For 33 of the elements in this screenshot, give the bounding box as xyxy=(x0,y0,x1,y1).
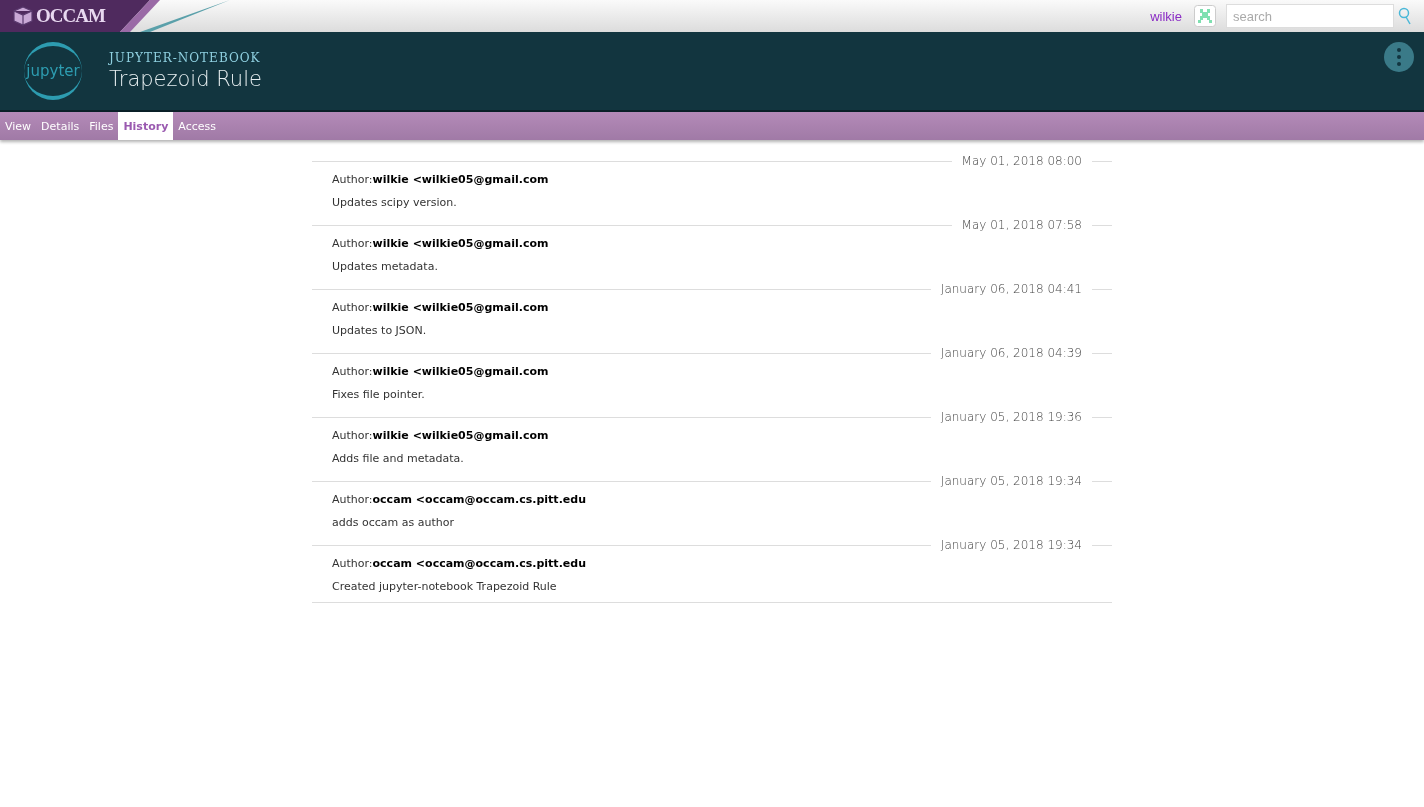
commit-date: January 05, 2018 19:34 xyxy=(939,474,1083,488)
commit-message[interactable]: Adds file and metadata. xyxy=(332,452,1112,465)
commit-message[interactable]: adds occam as author xyxy=(332,516,1112,529)
commit-message[interactable]: Created jupyter-notebook Trapezoid Rule xyxy=(332,580,1112,593)
commit-author: Author:wilkie <wilkie05@gmail.com xyxy=(332,429,550,442)
commit-date: January 05, 2018 19:34 xyxy=(939,538,1083,552)
commit-date: January 06, 2018 04:39 xyxy=(939,346,1083,360)
commit-author: Author:wilkie <wilkie05@gmail.com xyxy=(332,301,550,314)
jupyter-logo: jupyter xyxy=(24,42,82,100)
commit-author: Author:occam <occam@occam.cs.pitt.edu xyxy=(332,493,587,506)
search-icon[interactable] xyxy=(1398,7,1412,25)
cube-icon xyxy=(12,6,34,26)
logo-text[interactable]: OCCAM xyxy=(36,5,105,27)
vertical-dots-icon xyxy=(1397,48,1401,66)
avatar-icon[interactable] xyxy=(1194,5,1216,27)
commit-author: Author:wilkie <wilkie05@gmail.com xyxy=(332,173,550,186)
commit-author: Author:occam <occam@occam.cs.pitt.edu xyxy=(332,557,587,570)
commit-message[interactable]: Updates metadata. xyxy=(332,260,1112,273)
object-title: Trapezoid Rule xyxy=(109,67,262,91)
object-type: JUPYTER-NOTEBOOK xyxy=(109,51,262,65)
commit-date: January 05, 2018 19:36 xyxy=(939,410,1083,424)
commit-message[interactable]: Updates to JSON. xyxy=(332,324,1112,337)
commit-author: Author:wilkie <wilkie05@gmail.com xyxy=(332,237,550,250)
commit-date: May 01, 2018 07:58 xyxy=(960,218,1083,232)
username-link[interactable]: wilkie xyxy=(1150,8,1182,24)
commit-date: January 06, 2018 04:41 xyxy=(939,282,1083,296)
tab[interactable]: History xyxy=(118,112,174,140)
more-options-button[interactable] xyxy=(1384,42,1414,72)
commit-date: May 01, 2018 08:00 xyxy=(960,154,1083,168)
commit-message[interactable]: Fixes file pointer. xyxy=(332,388,1112,401)
commit-message[interactable]: Updates scipy version. xyxy=(332,196,1112,209)
search-field[interactable]: search xyxy=(1226,4,1394,28)
commit-author: Author:wilkie <wilkie05@gmail.com xyxy=(332,365,550,378)
